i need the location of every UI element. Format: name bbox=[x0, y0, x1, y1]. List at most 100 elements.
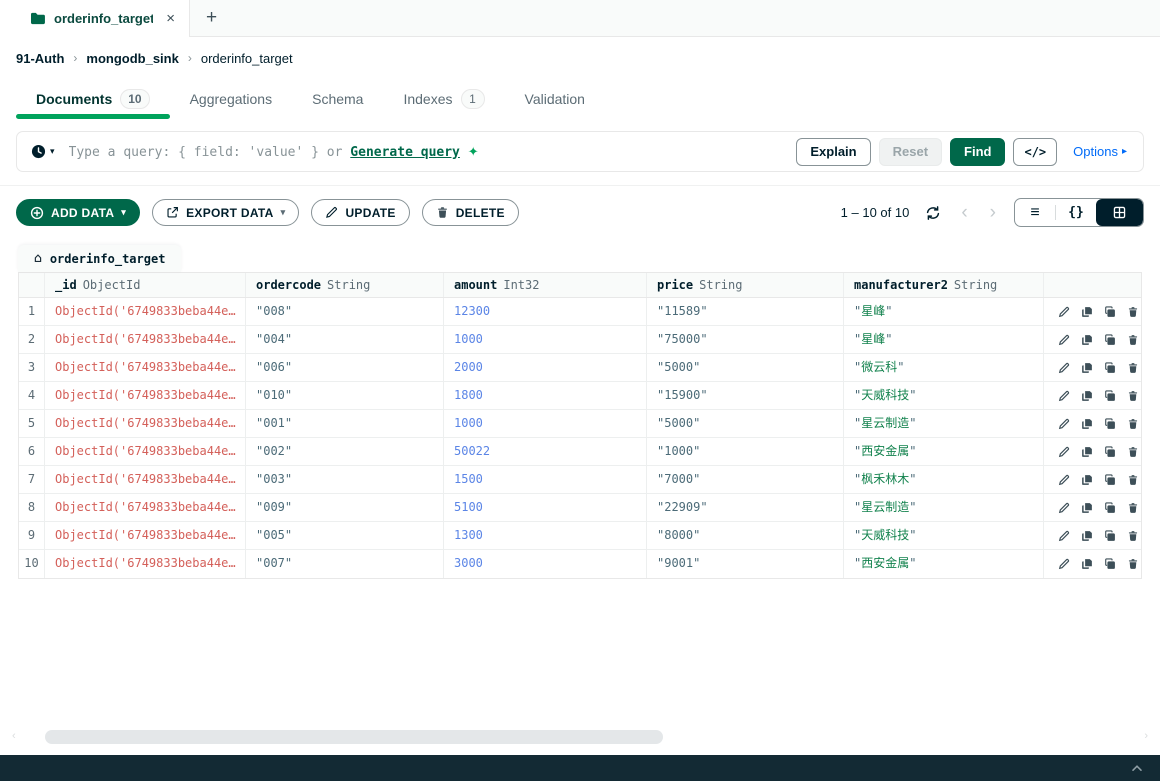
ordercode-cell[interactable]: "009" bbox=[246, 494, 444, 521]
amount-cell[interactable]: 1000 bbox=[444, 326, 647, 353]
ordercode-cell[interactable]: "006" bbox=[246, 354, 444, 381]
copy-document-button[interactable] bbox=[1081, 334, 1093, 346]
edit-document-button[interactable] bbox=[1058, 306, 1070, 318]
delete-document-button[interactable] bbox=[1127, 362, 1139, 374]
clone-document-button[interactable] bbox=[1104, 474, 1116, 486]
price-cell[interactable]: "5000" bbox=[647, 354, 844, 381]
amount-cell[interactable]: 50022 bbox=[444, 438, 647, 465]
id-cell[interactable]: ObjectId('6749833beba44e… bbox=[45, 438, 246, 465]
copy-document-button[interactable] bbox=[1081, 306, 1093, 318]
column-header-id[interactable]: _id ObjectId bbox=[45, 273, 246, 297]
options-button[interactable]: Options ▸ bbox=[1065, 144, 1135, 159]
prev-page-button[interactable]: ‹ bbox=[957, 203, 971, 222]
clone-document-button[interactable] bbox=[1104, 334, 1116, 346]
list-view-button[interactable]: ≡ bbox=[1015, 199, 1055, 226]
id-cell[interactable]: ObjectId('6749833beba44e… bbox=[45, 494, 246, 521]
manufacturer2-cell[interactable]: "西安金属" bbox=[844, 438, 1044, 465]
ordercode-cell[interactable]: "004" bbox=[246, 326, 444, 353]
query-code-toggle-button[interactable]: </> bbox=[1013, 138, 1057, 166]
ordercode-cell[interactable]: "007" bbox=[246, 550, 444, 578]
column-header-manufacturer2[interactable]: manufacturer2 String bbox=[844, 273, 1044, 297]
price-cell[interactable]: "5000" bbox=[647, 410, 844, 437]
manufacturer2-cell[interactable]: "星云制造" bbox=[844, 494, 1044, 521]
amount-cell[interactable]: 1300 bbox=[444, 522, 647, 549]
manufacturer2-cell[interactable]: "星峰" bbox=[844, 326, 1044, 353]
price-cell[interactable]: "11589" bbox=[647, 298, 844, 325]
export-data-button[interactable]: EXPORT DATA ▾ bbox=[152, 199, 299, 226]
clone-document-button[interactable] bbox=[1104, 390, 1116, 402]
delete-document-button[interactable] bbox=[1127, 502, 1139, 514]
column-header-ordercode[interactable]: ordercode String bbox=[246, 273, 444, 297]
column-header-amount[interactable]: amount Int32 bbox=[444, 273, 647, 297]
copy-document-button[interactable] bbox=[1081, 558, 1093, 570]
edit-document-button[interactable] bbox=[1058, 334, 1070, 346]
tab-validation[interactable]: Validation bbox=[505, 79, 605, 119]
edit-document-button[interactable] bbox=[1058, 502, 1070, 514]
delete-document-button[interactable] bbox=[1127, 558, 1139, 570]
generate-query-link[interactable]: Generate query bbox=[350, 145, 460, 160]
copy-document-button[interactable] bbox=[1081, 418, 1093, 430]
ordercode-cell[interactable]: "001" bbox=[246, 410, 444, 437]
price-cell[interactable]: "75000" bbox=[647, 326, 844, 353]
scroll-left-icon[interactable]: ‹ bbox=[12, 730, 16, 742]
copy-document-button[interactable] bbox=[1081, 390, 1093, 402]
manufacturer2-cell[interactable]: "天威科技" bbox=[844, 382, 1044, 409]
close-tab-icon[interactable]: × bbox=[162, 9, 179, 28]
id-cell[interactable]: ObjectId('6749833beba44e… bbox=[45, 354, 246, 381]
query-history-button[interactable]: ▾ bbox=[31, 144, 55, 159]
amount-cell[interactable]: 1800 bbox=[444, 382, 647, 409]
price-cell[interactable]: "7000" bbox=[647, 466, 844, 493]
price-cell[interactable]: "22909" bbox=[647, 494, 844, 521]
clone-document-button[interactable] bbox=[1104, 502, 1116, 514]
breadcrumb-collection[interactable]: orderinfo_target bbox=[201, 51, 293, 66]
ordercode-cell[interactable]: "008" bbox=[246, 298, 444, 325]
ordercode-cell[interactable]: "003" bbox=[246, 466, 444, 493]
scroll-right-icon[interactable]: › bbox=[1144, 730, 1148, 742]
amount-cell[interactable]: 1500 bbox=[444, 466, 647, 493]
delete-document-button[interactable] bbox=[1127, 334, 1139, 346]
clone-document-button[interactable] bbox=[1104, 306, 1116, 318]
clone-document-button[interactable] bbox=[1104, 362, 1116, 374]
amount-cell[interactable]: 12300 bbox=[444, 298, 647, 325]
edit-document-button[interactable] bbox=[1058, 530, 1070, 542]
expand-shell-button[interactable] bbox=[1130, 763, 1144, 773]
add-data-button[interactable]: ADD DATA ▾ bbox=[16, 199, 140, 226]
tab-documents[interactable]: Documents 10 bbox=[16, 79, 170, 119]
table-view-button[interactable] bbox=[1096, 199, 1143, 226]
price-cell[interactable]: "15900" bbox=[647, 382, 844, 409]
edit-document-button[interactable] bbox=[1058, 418, 1070, 430]
ordercode-cell[interactable]: "010" bbox=[246, 382, 444, 409]
clone-document-button[interactable] bbox=[1104, 418, 1116, 430]
edit-document-button[interactable] bbox=[1058, 446, 1070, 458]
amount-cell[interactable]: 1000 bbox=[444, 410, 647, 437]
price-cell[interactable]: "1000" bbox=[647, 438, 844, 465]
workspace-tab-collection[interactable]: orderinfo_target × bbox=[0, 0, 190, 37]
delete-document-button[interactable] bbox=[1127, 446, 1139, 458]
explain-button[interactable]: Explain bbox=[796, 138, 870, 166]
next-page-button[interactable]: › bbox=[986, 203, 1000, 222]
delete-document-button[interactable] bbox=[1127, 390, 1139, 402]
reset-button[interactable]: Reset bbox=[879, 138, 942, 166]
tab-indexes[interactable]: Indexes 1 bbox=[383, 79, 504, 119]
delete-document-button[interactable] bbox=[1127, 474, 1139, 486]
amount-cell[interactable]: 3000 bbox=[444, 550, 647, 578]
manufacturer2-cell[interactable]: "星云制造" bbox=[844, 410, 1044, 437]
price-cell[interactable]: "9001" bbox=[647, 550, 844, 578]
manufacturer2-cell[interactable]: "星峰" bbox=[844, 298, 1044, 325]
manufacturer2-cell[interactable]: "西安金属" bbox=[844, 550, 1044, 578]
edit-document-button[interactable] bbox=[1058, 362, 1070, 374]
tab-aggregations[interactable]: Aggregations bbox=[170, 79, 293, 119]
copy-document-button[interactable] bbox=[1081, 362, 1093, 374]
id-cell[interactable]: ObjectId('6749833beba44e… bbox=[45, 550, 246, 578]
clone-document-button[interactable] bbox=[1104, 446, 1116, 458]
ordercode-cell[interactable]: "002" bbox=[246, 438, 444, 465]
delete-document-button[interactable] bbox=[1127, 306, 1139, 318]
manufacturer2-cell[interactable]: "微云科" bbox=[844, 354, 1044, 381]
id-cell[interactable]: ObjectId('6749833beba44e… bbox=[45, 410, 246, 437]
id-cell[interactable]: ObjectId('6749833beba44e… bbox=[45, 522, 246, 549]
edit-document-button[interactable] bbox=[1058, 558, 1070, 570]
id-cell[interactable]: ObjectId('6749833beba44e… bbox=[45, 382, 246, 409]
column-header-price[interactable]: price String bbox=[647, 273, 844, 297]
copy-document-button[interactable] bbox=[1081, 446, 1093, 458]
find-button[interactable]: Find bbox=[950, 138, 1005, 166]
